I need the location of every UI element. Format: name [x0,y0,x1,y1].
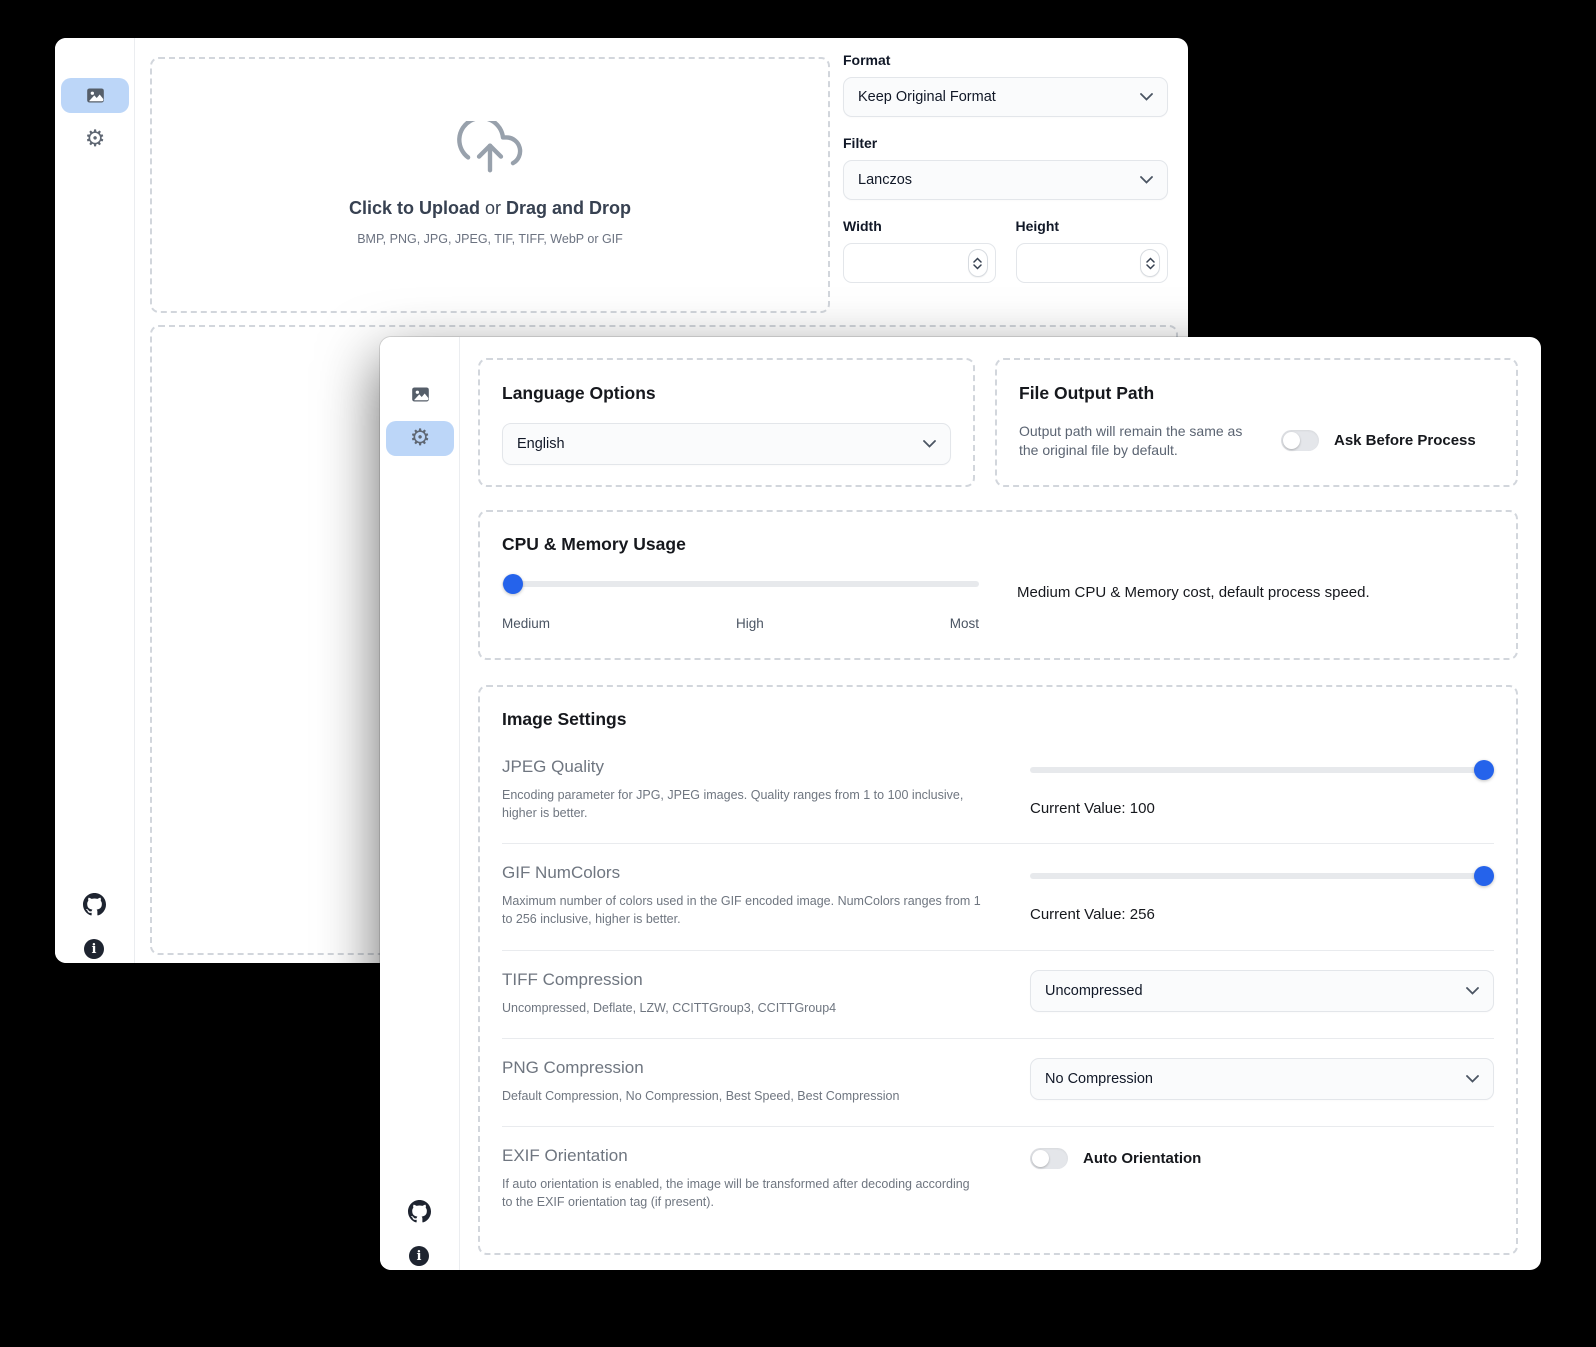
language-select[interactable]: English [502,423,951,465]
image-icon [85,85,106,106]
height-input[interactable] [1016,243,1169,283]
stepper-icon[interactable] [968,249,988,277]
section-title: File Output Path [1019,383,1494,404]
width-label: Width [843,218,996,234]
github-icon[interactable] [83,893,106,921]
chevron-down-icon [1466,987,1479,995]
gif-numcolors-slider[interactable] [1030,873,1494,879]
gif-numcolors-slider-thumb[interactable] [1474,866,1494,886]
sidebar-item-images[interactable] [386,377,454,412]
sidebar-item-images[interactable] [61,78,129,113]
tiff-compression-select[interactable]: Uncompressed [1030,970,1494,1012]
chevron-down-icon [923,440,936,448]
cpu-memory-section: CPU & Memory Usage Medium High Most Medi… [478,510,1518,660]
image-settings-section: Image Settings JPEG Quality Encoding par… [478,685,1518,1255]
ask-before-process-toggle[interactable] [1281,430,1319,451]
setting-description: Default Compression, No Compression, Bes… [502,1087,982,1105]
setting-description: If auto orientation is enabled, the imag… [502,1175,982,1211]
section-title: Image Settings [502,709,1494,730]
setting-name: TIFF Compression [502,970,994,990]
info-icon[interactable]: i [409,1246,429,1266]
chevron-down-icon [1140,176,1153,184]
gear-icon: ⚙ [85,128,106,151]
cpu-slider-thumb[interactable] [503,574,523,594]
setting-name: PNG Compression [502,1058,994,1078]
current-value: Current Value: 100 [1030,800,1494,817]
png-compression-select[interactable]: No Compression [1030,1058,1494,1100]
language-options-section: Language Options English [478,358,975,487]
output-path-description: Output path will remain the same as the … [1019,422,1261,460]
setting-name: GIF NumColors [502,863,994,883]
setting-description: Uncompressed, Deflate, LZW, CCITTGroup3,… [502,999,982,1017]
jpeg-quality-slider[interactable] [1030,767,1494,773]
jpeg-quality-slider-thumb[interactable] [1474,760,1494,780]
png-compression-row: PNG Compression Default Compression, No … [502,1038,1494,1126]
auto-orientation-toggle[interactable] [1030,1148,1068,1169]
tick-most: Most [950,616,979,631]
cpu-status-text: Medium CPU & Memory cost, default proces… [1017,581,1370,631]
chevron-down-icon [1466,1075,1479,1083]
jpeg-quality-row: JPEG Quality Encoding parameter for JPG,… [502,738,1494,843]
stepper-icon[interactable] [1140,249,1160,277]
gear-icon: ⚙ [410,427,431,450]
sidebar-item-settings[interactable]: ⚙ [61,122,129,157]
setting-description: Encoding parameter for JPG, JPEG images.… [502,786,982,822]
upload-title: Click to Upload or Drag and Drop [152,198,828,219]
toggle-label: Ask Before Process [1334,432,1476,449]
toggle-label: Auto Orientation [1083,1150,1201,1167]
upload-dropzone[interactable]: Click to Upload or Drag and Drop BMP, PN… [150,57,830,313]
format-label: Format [843,52,1168,68]
upload-formats: BMP, PNG, JPG, JPEG, TIF, TIFF, WebP or … [152,232,828,246]
filter-label: Filter [843,135,1168,151]
info-icon[interactable]: i [84,939,104,959]
current-value: Current Value: 256 [1030,906,1494,923]
setting-description: Maximum number of colors used in the GIF… [502,892,982,928]
chevron-down-icon [1140,93,1153,101]
exif-orientation-row: EXIF Orientation If auto orientation is … [502,1126,1494,1232]
section-title: CPU & Memory Usage [502,534,1494,555]
format-select[interactable]: Keep Original Format [843,77,1168,117]
sidebar: ⚙ i [380,337,460,1270]
tick-high: High [550,616,950,631]
filter-select[interactable]: Lanczos [843,160,1168,200]
width-input[interactable] [843,243,996,283]
file-output-path-section: File Output Path Output path will remain… [995,358,1518,487]
upload-cloud-icon [457,160,523,177]
sidebar-item-settings[interactable]: ⚙ [386,421,454,456]
image-icon [410,384,431,405]
setting-name: EXIF Orientation [502,1146,994,1166]
gif-numcolors-row: GIF NumColors Maximum number of colors u… [502,843,1494,949]
tick-medium: Medium [502,616,550,631]
github-icon[interactable] [408,1200,431,1228]
height-label: Height [1016,218,1169,234]
tiff-compression-row: TIFF Compression Uncompressed, Deflate, … [502,950,1494,1038]
cpu-slider[interactable] [502,581,979,587]
section-title: Language Options [502,383,951,404]
format-panel: Format Keep Original Format Filter Lancz… [843,52,1168,283]
sidebar: ⚙ i [55,38,135,963]
setting-name: JPEG Quality [502,757,994,777]
settings-window: ⚙ i Language Options English File Output… [380,337,1541,1270]
